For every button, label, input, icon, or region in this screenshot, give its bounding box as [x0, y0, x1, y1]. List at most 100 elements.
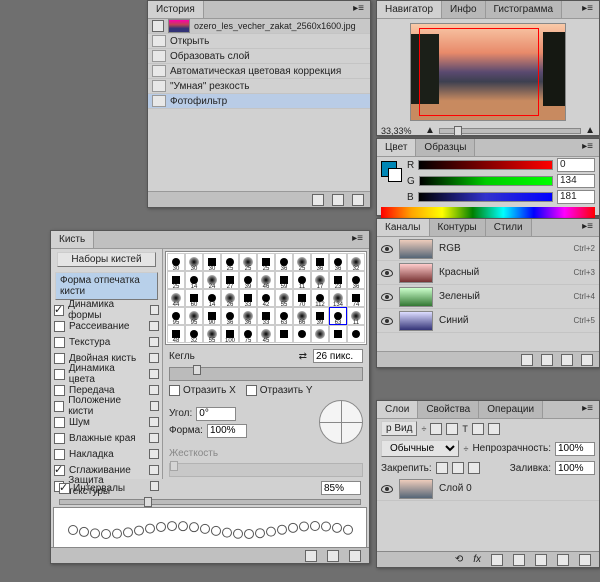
tab-paths[interactable]: Контуры: [430, 219, 486, 236]
flip-icon[interactable]: ⇄: [299, 351, 307, 362]
brush-option-row[interactable]: Динамика цвета: [51, 366, 162, 382]
lock-icon[interactable]: [149, 337, 159, 347]
brush-preset-cell[interactable]: [329, 325, 347, 343]
layer-mask-icon[interactable]: [491, 554, 503, 566]
zoom-slider[interactable]: [439, 128, 581, 134]
brush-preset-cell[interactable]: 100: [221, 325, 239, 343]
zoom-out-icon[interactable]: ▲: [425, 125, 435, 136]
history-step[interactable]: Фотофильтр: [148, 94, 370, 109]
new-channel-icon[interactable]: [561, 354, 573, 366]
visibility-eye-icon[interactable]: [381, 315, 393, 327]
brush-preset-cell[interactable]: 36: [239, 307, 257, 325]
tab-navigator[interactable]: Навигатор: [377, 1, 442, 18]
brush-preset-cell[interactable]: 46: [257, 271, 275, 289]
history-step[interactable]: Образовать слой: [148, 49, 370, 64]
brush-preset-cell[interactable]: 59: [275, 271, 293, 289]
brush-preset-cell[interactable]: 36: [221, 307, 239, 325]
filter-smart-icon[interactable]: [488, 423, 500, 435]
size-slider[interactable]: [169, 367, 363, 381]
lock-icon[interactable]: [150, 401, 159, 411]
brush-preset-cell[interactable]: 36: [347, 271, 365, 289]
lock-icon[interactable]: [149, 369, 159, 379]
spacing-input[interactable]: [321, 481, 361, 495]
layer-filter-kind[interactable]: р Вид: [381, 421, 417, 436]
lock-icon[interactable]: [149, 449, 159, 459]
roundness-input[interactable]: [207, 424, 247, 438]
brush-preset-cell[interactable]: 63: [329, 307, 347, 325]
lock-icon[interactable]: [149, 465, 159, 475]
brush-preset-cell[interactable]: 30: [203, 253, 221, 271]
g-value[interactable]: 134: [557, 174, 595, 188]
brush-preset-cell[interactable]: [347, 325, 365, 343]
layer-row[interactable]: Слой 0: [377, 477, 599, 501]
brush-preset-cell[interactable]: 33: [239, 289, 257, 307]
filter-adjust-icon[interactable]: [446, 423, 458, 435]
fill-input[interactable]: [555, 461, 595, 475]
filter-shape-icon[interactable]: [472, 423, 484, 435]
option-checkbox[interactable]: [54, 465, 65, 476]
brush-preset-cell[interactable]: 39: [311, 307, 329, 325]
layer-group-icon[interactable]: [535, 554, 547, 566]
panel-menu-icon[interactable]: ▸≡: [347, 1, 370, 18]
brush-preset-cell[interactable]: 14: [185, 271, 203, 289]
option-checkbox[interactable]: [54, 353, 65, 364]
visibility-eye-icon[interactable]: [381, 243, 393, 255]
visibility-eye-icon[interactable]: [381, 267, 393, 279]
brush-preset-cell[interactable]: [275, 325, 293, 343]
tab-layers[interactable]: Слои: [377, 401, 418, 418]
adjustment-layer-icon[interactable]: [513, 554, 525, 566]
navigator-preview[interactable]: [410, 23, 566, 121]
layer-name[interactable]: Слой 0: [439, 483, 472, 494]
brush-preset-cell[interactable]: 23: [329, 271, 347, 289]
brush-preset-cell[interactable]: 75: [239, 325, 257, 343]
background-color-swatch[interactable]: [388, 168, 402, 182]
brush-preset-cell[interactable]: 25: [257, 253, 275, 271]
brush-preset-cell[interactable]: 36: [275, 253, 293, 271]
tab-history[interactable]: История: [148, 1, 204, 18]
brush-preset-cell[interactable]: 55: [275, 289, 293, 307]
option-checkbox[interactable]: [54, 305, 64, 316]
brush-preset-cell[interactable]: 44: [167, 289, 185, 307]
filter-type-icon[interactable]: T: [462, 424, 468, 434]
brush-option-row[interactable]: Положение кисти: [51, 398, 162, 414]
brush-preset-cell[interactable]: 25: [167, 271, 185, 289]
lock-pixels-icon[interactable]: [436, 462, 448, 474]
spacing-slider[interactable]: [59, 499, 361, 505]
brush-preset-cell[interactable]: 48: [167, 325, 185, 343]
lock-icon[interactable]: [149, 433, 159, 443]
g-slider[interactable]: [419, 176, 553, 186]
layer-thumb[interactable]: [399, 479, 433, 499]
option-checkbox[interactable]: [54, 449, 65, 460]
brush-preset-cell[interactable]: 90: [203, 307, 221, 325]
lock-icon[interactable]: [149, 353, 159, 363]
history-step[interactable]: Автоматическая цветовая коррекция: [148, 64, 370, 79]
b-value[interactable]: 181: [557, 190, 595, 204]
flip-x-checkbox[interactable]: Отразить X: [169, 385, 236, 396]
spacing-checkbox[interactable]: Интервалы: [59, 483, 125, 494]
brush-preset-cell[interactable]: 70: [293, 289, 311, 307]
tab-info[interactable]: Инфо: [442, 1, 486, 18]
option-checkbox[interactable]: [54, 337, 65, 348]
history-step[interactable]: "Умная" резкость: [148, 79, 370, 94]
channel-row[interactable]: СинийCtrl+5: [377, 309, 599, 333]
brush-preset-cell[interactable]: 63: [275, 307, 293, 325]
channel-row[interactable]: ЗеленыйCtrl+4: [377, 285, 599, 309]
brush-preset-cell[interactable]: 14: [203, 289, 221, 307]
history-step[interactable]: Открыть: [148, 34, 370, 49]
panel-menu-icon[interactable]: ▸≡: [576, 219, 599, 236]
brush-option-row[interactable]: Накладка: [51, 446, 162, 462]
tab-properties[interactable]: Свойства: [418, 401, 479, 418]
brush-preset-cell[interactable]: 24: [203, 271, 221, 289]
brush-preset-cell[interactable]: 32: [185, 325, 203, 343]
lock-icon[interactable]: [149, 385, 159, 395]
brush-preset-cell[interactable]: 11: [347, 307, 365, 325]
trash-icon[interactable]: [581, 354, 593, 366]
option-checkbox[interactable]: [54, 385, 65, 396]
lock-icon[interactable]: [149, 417, 159, 427]
lock-all-icon[interactable]: [468, 462, 480, 474]
toggle-preview-icon[interactable]: [305, 550, 317, 562]
flip-y-checkbox[interactable]: Отразить Y: [246, 385, 313, 396]
angle-control-icon[interactable]: [319, 400, 363, 444]
panel-menu-icon[interactable]: ▸≡: [576, 401, 599, 418]
brush-preset-cell[interactable]: [293, 325, 311, 343]
